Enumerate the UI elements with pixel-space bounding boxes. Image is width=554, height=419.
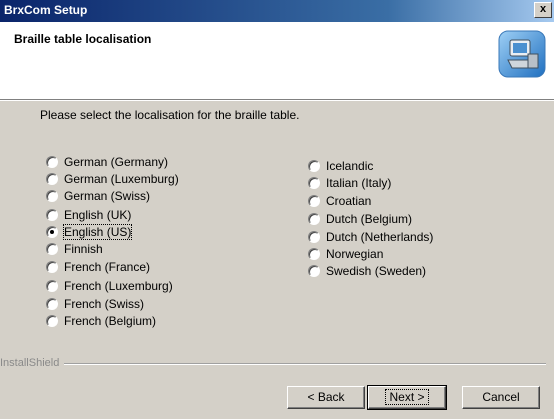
radio-french-france[interactable]: French (France) <box>46 258 150 276</box>
next-button[interactable]: Next > <box>367 385 447 410</box>
radio-german-germany[interactable]: German (Germany) <box>46 153 168 171</box>
radio-english-uk[interactable]: English (UK) <box>46 206 131 224</box>
radio-label: Italian (Italy) <box>326 176 392 190</box>
installshield-brand: InstallShield <box>0 357 60 369</box>
radio-label: Swedish (Sweden) <box>326 264 427 278</box>
radio-button-selected[interactable] <box>46 226 58 238</box>
radio-label: German (Germany) <box>64 155 169 169</box>
footer-separator <box>64 363 546 365</box>
radio-button[interactable] <box>308 248 320 260</box>
instruction-text: Please select the localisation for the b… <box>40 108 300 122</box>
radio-button[interactable] <box>46 298 58 310</box>
radio-icelandic[interactable]: Icelandic <box>308 157 373 175</box>
radio-finnish[interactable]: Finnish <box>46 240 103 258</box>
radio-italian-italy[interactable]: Italian (Italy) <box>308 174 391 192</box>
radio-label: French (Swiss) <box>64 297 145 311</box>
title-bar[interactable]: BrxCom Setup x <box>0 0 554 22</box>
radio-norwegian[interactable]: Norwegian <box>308 245 383 263</box>
radio-label: Croatian <box>326 194 372 208</box>
radio-button[interactable] <box>308 265 320 277</box>
radio-french-luxemburg[interactable]: French (Luxemburg) <box>46 277 173 295</box>
radio-button[interactable] <box>46 190 58 202</box>
radio-button[interactable] <box>308 160 320 172</box>
radio-label: French (Luxemburg) <box>64 279 173 293</box>
radio-label: Finnish <box>64 242 103 256</box>
page-title: Braille table localisation <box>14 32 152 46</box>
radio-english-us[interactable]: English (US) <box>46 223 133 241</box>
radio-french-swiss[interactable]: French (Swiss) <box>46 295 144 313</box>
radio-swedish-sweden[interactable]: Swedish (Sweden) <box>308 262 426 280</box>
radio-label: French (France) <box>64 260 151 274</box>
back-button[interactable]: < Back <box>287 386 365 409</box>
close-button[interactable]: x <box>534 2 552 18</box>
radio-croatian[interactable]: Croatian <box>308 192 371 210</box>
radio-label: English (UK) <box>64 208 132 222</box>
radio-german-swiss[interactable]: German (Swiss) <box>46 187 150 205</box>
radio-button[interactable] <box>46 243 58 255</box>
radio-french-belgium[interactable]: French (Belgium) <box>46 312 156 330</box>
radio-label: German (Swiss) <box>64 189 151 203</box>
cancel-button[interactable]: Cancel <box>462 386 540 409</box>
radio-button[interactable] <box>46 173 58 185</box>
radio-button[interactable] <box>308 231 320 243</box>
radio-button[interactable] <box>46 209 58 221</box>
radio-button[interactable] <box>308 195 320 207</box>
radio-german-luxemburg[interactable]: German (Luxemburg) <box>46 170 179 188</box>
window-title: BrxCom Setup <box>4 3 88 17</box>
radio-dutch-belgium[interactable]: Dutch (Belgium) <box>308 210 412 228</box>
radio-button[interactable] <box>308 213 320 225</box>
radio-button[interactable] <box>46 280 58 292</box>
radio-label: Icelandic <box>326 159 374 173</box>
radio-label: English (US) <box>62 224 133 240</box>
cancel-button-label: Cancel <box>482 390 520 404</box>
radio-button[interactable] <box>46 156 58 168</box>
wizard-header: Braille table localisation <box>0 22 554 99</box>
radio-label: Dutch (Belgium) <box>326 212 413 226</box>
radio-button[interactable] <box>308 177 320 189</box>
radio-button[interactable] <box>46 315 58 327</box>
radio-label: Norwegian <box>326 247 384 261</box>
header-separator <box>0 99 554 101</box>
radio-label: Dutch (Netherlands) <box>326 230 434 244</box>
radio-button[interactable] <box>46 261 58 273</box>
radio-label: German (Luxemburg) <box>64 172 179 186</box>
radio-label: French (Belgium) <box>64 314 157 328</box>
next-button-label: Next > <box>385 389 429 405</box>
radio-dutch-netherlands[interactable]: Dutch (Netherlands) <box>308 228 433 246</box>
installer-computer-icon <box>498 30 546 78</box>
back-button-label: < Back <box>307 390 345 404</box>
